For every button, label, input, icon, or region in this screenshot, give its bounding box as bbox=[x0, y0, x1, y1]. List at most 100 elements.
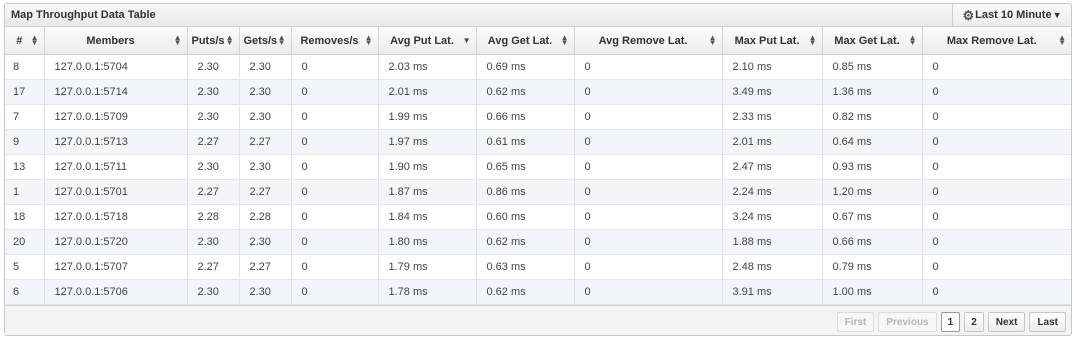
cell-gets: 2.30 bbox=[239, 279, 292, 305]
page-2-button[interactable]: 2 bbox=[964, 312, 984, 332]
page-1-button[interactable]: 1 bbox=[940, 312, 961, 332]
cell-gets: 2.30 bbox=[239, 54, 292, 80]
cell-gets: 2.28 bbox=[239, 204, 292, 230]
cell-removes: 0 bbox=[291, 179, 379, 205]
cell-avg-get-lat: 0.66 ms bbox=[476, 104, 575, 130]
table-row: 1 127.0.0.1:5701 2.27 2.27 0 1.87 ms 0.86 ms 0 2… bbox=[5, 179, 1071, 205]
cell-removes: 0 bbox=[291, 129, 379, 155]
cell-puts: 2.28 bbox=[187, 204, 240, 230]
panel-title: Map Throughput Data Table bbox=[11, 9, 156, 21]
sort-icon: ▲ ▼ bbox=[30, 33, 39, 47]
cell-removes: 0 bbox=[291, 79, 379, 105]
cell-max-put-lat: 2.01 ms bbox=[722, 129, 823, 155]
gear-icon: ⚙ bbox=[962, 7, 975, 23]
cell-avg-put-lat: 1.84 ms bbox=[378, 204, 477, 230]
cell-members: 127.0.0.1:5720 bbox=[44, 229, 188, 255]
table-row: 20 127.0.0.1:5720 2.30 2.30 0 1.80 ms 0.62 ms 0… bbox=[5, 229, 1071, 255]
cell-members: 127.0.0.1:5701 bbox=[44, 179, 188, 205]
sort-desc-icon: ▼ bbox=[462, 36, 471, 45]
header-col-removes[interactable]: Removes/s ▲ ▼ bbox=[291, 27, 379, 55]
cell-puts: 2.30 bbox=[187, 54, 240, 80]
table-row: 17 127.0.0.1:5714 2.30 2.30 0 2.01 ms 0.62 ms 0… bbox=[5, 79, 1071, 105]
sort-icon: ▲ ▼ bbox=[364, 33, 373, 47]
cell-members: 127.0.0.1:5709 bbox=[44, 104, 188, 130]
cell-avg-get-lat: 0.86 ms bbox=[476, 179, 575, 205]
cell-avg-remove-lat: 0 bbox=[574, 154, 723, 180]
cell-max-get-lat: 0.67 ms bbox=[822, 204, 923, 230]
cell-max-remove-lat: 0 bbox=[922, 154, 1071, 180]
header-col-max-put-lat[interactable]: Max Put Lat. ▲ ▼ bbox=[722, 27, 823, 55]
cell-max-get-lat: 0.82 ms bbox=[822, 104, 923, 130]
header-col-gets[interactable]: Gets/s ▲ ▼ bbox=[239, 27, 292, 55]
cell-max-get-lat: 0.66 ms bbox=[822, 229, 923, 255]
cell-max-put-lat: 2.24 ms bbox=[722, 179, 823, 205]
header-col-avg-get-lat[interactable]: Avg Get Lat. ▲ ▼ bbox=[476, 27, 575, 55]
map-throughput-panel: Map Throughput Data Table ⚙ Last 10 Minu… bbox=[4, 3, 1072, 336]
table-row: 6 127.0.0.1:5706 2.30 2.30 0 1.78 ms 0.62 ms 0 3… bbox=[5, 279, 1071, 305]
cell-avg-put-lat: 1.97 ms bbox=[378, 129, 477, 155]
table-row: 9 127.0.0.1:5713 2.27 2.27 0 1.97 ms 0.61 ms 0 2… bbox=[5, 129, 1071, 155]
header-label: Gets/s bbox=[243, 34, 278, 47]
cell-max-put-lat: 1.88 ms bbox=[722, 229, 823, 255]
cell-members: 127.0.0.1:5714 bbox=[44, 79, 188, 105]
sort-icon: ▲ ▼ bbox=[277, 33, 286, 47]
cell-max-remove-lat: 0 bbox=[922, 79, 1071, 105]
cell-gets: 2.27 bbox=[239, 254, 292, 280]
cell-max-remove-lat: 0 bbox=[922, 229, 1071, 255]
last-page-button[interactable]: Last bbox=[1029, 312, 1066, 332]
header-col-puts[interactable]: Puts/s ▲ ▼ bbox=[187, 27, 240, 55]
cell-max-get-lat: 0.79 ms bbox=[822, 254, 923, 280]
cell-members: 127.0.0.1:5707 bbox=[44, 254, 188, 280]
cell-avg-remove-lat: 0 bbox=[574, 79, 723, 105]
header-col-avg-remove-lat[interactable]: Avg Remove Lat. ▲ ▼ bbox=[574, 27, 723, 55]
sort-icon: ▲ ▼ bbox=[1058, 33, 1066, 47]
cell-avg-put-lat: 1.87 ms bbox=[378, 179, 477, 205]
cell-avg-get-lat: 0.62 ms bbox=[476, 79, 575, 105]
table-row: 7 127.0.0.1:5709 2.30 2.30 0 1.99 ms 0.66 ms 0 2… bbox=[5, 104, 1071, 130]
cell-avg-remove-lat: 0 bbox=[574, 104, 723, 130]
cell-index: 8 bbox=[5, 54, 45, 80]
cell-removes: 0 bbox=[291, 279, 379, 305]
header-label: Max Put Lat. bbox=[734, 34, 800, 47]
header-col-max-remove-lat[interactable]: Max Remove Lat. ▲ ▼ bbox=[922, 27, 1071, 55]
cell-index: 9 bbox=[5, 129, 45, 155]
cell-gets: 2.27 bbox=[239, 179, 292, 205]
cell-index: 7 bbox=[5, 104, 45, 130]
sort-icon: ▲ ▼ bbox=[225, 33, 234, 47]
cell-puts: 2.27 bbox=[187, 179, 240, 205]
cell-members: 127.0.0.1:5718 bbox=[44, 204, 188, 230]
cell-avg-get-lat: 0.63 ms bbox=[476, 254, 575, 280]
header-label: Max Remove Lat. bbox=[946, 34, 1037, 47]
cell-max-remove-lat: 0 bbox=[922, 54, 1071, 80]
cell-avg-remove-lat: 0 bbox=[574, 179, 723, 205]
cell-max-get-lat: 1.00 ms bbox=[822, 279, 923, 305]
cell-removes: 0 bbox=[291, 229, 379, 255]
header-label: Max Get Lat. bbox=[834, 34, 900, 47]
previous-page-button[interactable]: Previous bbox=[878, 312, 937, 332]
header-col-members[interactable]: Members ▲ ▼ bbox=[44, 27, 188, 55]
cell-removes: 0 bbox=[291, 154, 379, 180]
cell-avg-remove-lat: 0 bbox=[574, 204, 723, 230]
header-col-avg-put-lat[interactable]: Avg Put Lat. ▼ bbox=[378, 27, 477, 55]
cell-avg-get-lat: 0.62 ms bbox=[476, 229, 575, 255]
header-col-max-get-lat[interactable]: Max Get Lat. ▲ ▼ bbox=[822, 27, 923, 55]
cell-max-get-lat: 0.85 ms bbox=[822, 54, 923, 80]
cell-gets: 2.30 bbox=[239, 154, 292, 180]
header-label: Avg Get Lat. bbox=[487, 34, 553, 47]
cell-avg-remove-lat: 0 bbox=[574, 279, 723, 305]
cell-max-put-lat: 3.91 ms bbox=[722, 279, 823, 305]
cell-puts: 2.30 bbox=[187, 104, 240, 130]
table-row: 13 127.0.0.1:5711 2.30 2.30 0 1.90 ms 0.65 ms 0… bbox=[5, 154, 1071, 180]
header-col-index[interactable]: # ▲ ▼ bbox=[5, 27, 45, 55]
first-page-button[interactable]: First bbox=[836, 312, 875, 332]
cell-avg-remove-lat: 0 bbox=[574, 254, 723, 280]
cell-avg-put-lat: 1.99 ms bbox=[378, 104, 477, 130]
header-label: Members bbox=[86, 34, 135, 47]
next-page-button[interactable]: Next bbox=[987, 312, 1026, 332]
cell-max-get-lat: 0.64 ms bbox=[822, 129, 923, 155]
cell-index: 18 bbox=[5, 204, 45, 230]
cell-avg-remove-lat: 0 bbox=[574, 129, 723, 155]
time-range-dropdown[interactable]: ⚙ Last 10 Minute ▼ bbox=[952, 4, 1071, 26]
cell-max-put-lat: 2.10 ms bbox=[722, 54, 823, 80]
cell-puts: 2.27 bbox=[187, 129, 240, 155]
